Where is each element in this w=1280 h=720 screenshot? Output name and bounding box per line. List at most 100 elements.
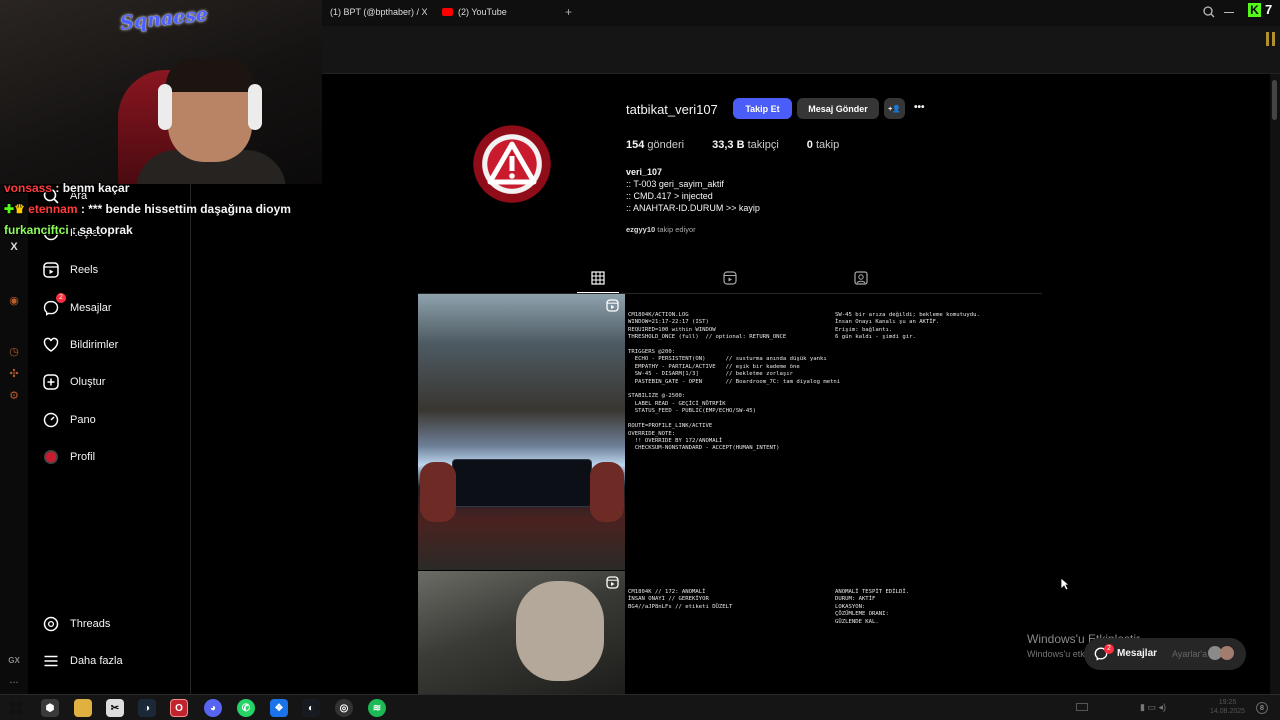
crown-icon: ♛ <box>14 202 25 216</box>
more-icon[interactable]: ... <box>6 674 22 686</box>
gx-icon[interactable]: GX <box>6 656 22 665</box>
sidebar-item-more[interactable]: Daha fazla <box>42 652 123 670</box>
steam-icon[interactable]: ◑ <box>138 699 156 717</box>
sidebar-item-create[interactable]: Oluştur <box>42 373 105 391</box>
profile-name: veri_107 <box>626 167 663 177</box>
start-menu-icon[interactable] <box>7 699 25 717</box>
post-thumbnail[interactable]: CM1804K // 172: ANOMALİ İNSAN ONAYI // G… <box>625 571 1039 694</box>
youtube-rail-icon[interactable]: ◉ <box>6 294 22 307</box>
reel-indicator-icon <box>606 576 619 589</box>
app-icon[interactable]: ⬢ <box>41 699 59 717</box>
clock[interactable]: 19:25 14.08.2025 <box>1210 698 1245 716</box>
mouse-cursor <box>1060 577 1070 591</box>
pause-icon[interactable] <box>1266 32 1269 46</box>
x-icon[interactable]: X <box>6 241 22 253</box>
hand-image <box>590 462 624 522</box>
scrollbar-thumb[interactable] <box>1272 80 1277 120</box>
puzzle-icon[interactable]: ✣ <box>6 367 22 380</box>
more-options-icon[interactable]: ••• <box>914 102 925 113</box>
windows-taskbar: ⬢ ✂ ◑ O ◕ ✆ ❖ ◐ ◎ ≋ ▮ ▭ ◂) 19:25 14.08.20… <box>0 694 1280 720</box>
kick-icon[interactable]: K <box>1248 3 1261 17</box>
post-thumbnail[interactable] <box>418 571 625 694</box>
sidebar-item-notifications[interactable]: Bildirimler <box>42 336 118 354</box>
search-icon[interactable] <box>1203 6 1215 18</box>
post-log-text: ANOMALİ TESPİT EDİLDİ. DURUM: AKTİF LOKA… <box>835 589 910 625</box>
steam-icon[interactable]: ◐ <box>302 699 320 717</box>
keyboard-image <box>452 459 592 507</box>
post-log-text: CM1804K // 172: ANOMALİ İNSAN ONAYI // G… <box>628 589 733 610</box>
notification-count[interactable]: 8 <box>1256 702 1268 714</box>
toast-badge: 2 <box>1104 644 1114 654</box>
heart-icon <box>42 336 60 354</box>
chat-badge-icon: ✚ <box>4 202 15 216</box>
messenger-icon: 2 <box>42 293 66 317</box>
profile-stats: 154 gönderi 33,3 B takipçi 0 takip <box>626 139 839 151</box>
scrollbar-track[interactable] <box>1270 74 1280 694</box>
settings-icon[interactable]: ⚙ <box>6 389 22 402</box>
messages-toast[interactable]: 2 Mesajlar Ayarlar'a gi <box>1084 638 1246 670</box>
messages-badge: 2 <box>56 293 66 303</box>
profile-avatar[interactable] <box>462 110 562 214</box>
tagged-icon <box>854 271 868 285</box>
sidebar-item-profile[interactable]: Profil <box>42 448 95 466</box>
tab-x[interactable]: (1) BPT (@bpthaber) / X <box>330 7 428 17</box>
minimize-button[interactable] <box>1224 12 1234 13</box>
sidebar-item-dashboard[interactable]: Pano <box>42 411 96 429</box>
obs-icon[interactable]: ◎ <box>335 699 353 717</box>
spotify-icon[interactable]: ≋ <box>368 699 386 717</box>
headphone-right <box>248 84 262 130</box>
pause-icon-bar <box>1272 32 1275 46</box>
sidebar-item-messages[interactable]: 2 Mesajlar <box>42 293 112 317</box>
toast-label: Mesajlar <box>1117 648 1158 659</box>
discord-icon[interactable]: ◕ <box>204 699 222 717</box>
grid-icon <box>591 271 605 285</box>
headphone-left <box>158 84 172 130</box>
browser-tab-bar: (1) BPT (@bpthaber) / X (2) YouTube + K … <box>322 0 1280 26</box>
new-tab-button[interactable]: + <box>565 5 572 19</box>
stream-chat-overlay: vonsass : benm kaçar ✚♛ etennam : *** be… <box>4 178 324 241</box>
posts-count[interactable]: 154 gönderi <box>626 139 684 151</box>
following-count[interactable]: 0 takip <box>807 139 839 151</box>
tab-tagged[interactable] <box>851 270 871 286</box>
tab-youtube[interactable]: (2) YouTube <box>442 7 507 17</box>
file-explorer-icon[interactable] <box>74 699 92 717</box>
menu-icon <box>42 652 60 670</box>
add-person-icon[interactable]: +👤 <box>884 98 905 119</box>
whatsapp-icon[interactable]: ✆ <box>237 699 255 717</box>
reels-icon <box>42 261 60 279</box>
tab-reels[interactable] <box>720 270 740 286</box>
kick-count: 7 <box>1265 2 1273 17</box>
post-log-text: SW-45 bir arıza değildi; bekleme komutuy… <box>835 312 980 341</box>
chat-line: vonsass : benm kaçar <box>4 181 130 195</box>
chat-line: furkanciftci : sa toprak <box>4 223 133 237</box>
avatar-icon <box>42 448 60 466</box>
youtube-icon <box>442 8 453 16</box>
post-thumbnail[interactable]: CM1804K/ACTION.LOG WINDOW=21:17-22:17 (I… <box>625 294 1039 570</box>
avatar <box>1220 646 1234 660</box>
active-tab-indicator <box>577 292 619 293</box>
followers-count[interactable]: 33,3 B takipçi <box>712 139 779 151</box>
app-icon[interactable]: ❖ <box>270 699 288 717</box>
bio-line: :: T-003 geri_sayim_aktif <box>626 179 724 189</box>
sidebar-item-threads[interactable]: Threads <box>42 615 110 633</box>
tab-posts[interactable] <box>588 270 608 286</box>
opera-gx-icon[interactable]: O <box>170 699 188 717</box>
warning-icon <box>487 141 537 185</box>
followed-by[interactable]: ezgyy10 takip ediyor <box>626 225 696 234</box>
follow-button[interactable]: Takip Et <box>733 98 792 119</box>
reels-tab-icon <box>723 271 737 285</box>
hand-image <box>516 581 604 681</box>
post-log-text: CM1804K/ACTION.LOG WINDOW=21:17-22:17 (I… <box>628 312 841 452</box>
keyboard-icon[interactable] <box>1076 703 1088 711</box>
tray-icons[interactable]: ▮ ▭ ◂) <box>1140 702 1166 713</box>
sidebar-item-reels[interactable]: Reels <box>42 261 98 279</box>
browser-toolbar <box>322 26 1280 74</box>
capcut-icon[interactable]: ✂ <box>106 699 124 717</box>
message-button[interactable]: Mesaj Gönder <box>797 98 879 119</box>
history-icon[interactable]: ◷ <box>6 345 22 358</box>
instagram-sidebar: Ara Keşfet Reels 2 Mesajlar Bildirimler … <box>28 184 191 694</box>
plus-square-icon <box>42 373 60 391</box>
hand-image <box>420 462 456 522</box>
post-thumbnail[interactable] <box>418 294 625 570</box>
bio-line: :: CMD.417 > injected <box>626 191 713 201</box>
